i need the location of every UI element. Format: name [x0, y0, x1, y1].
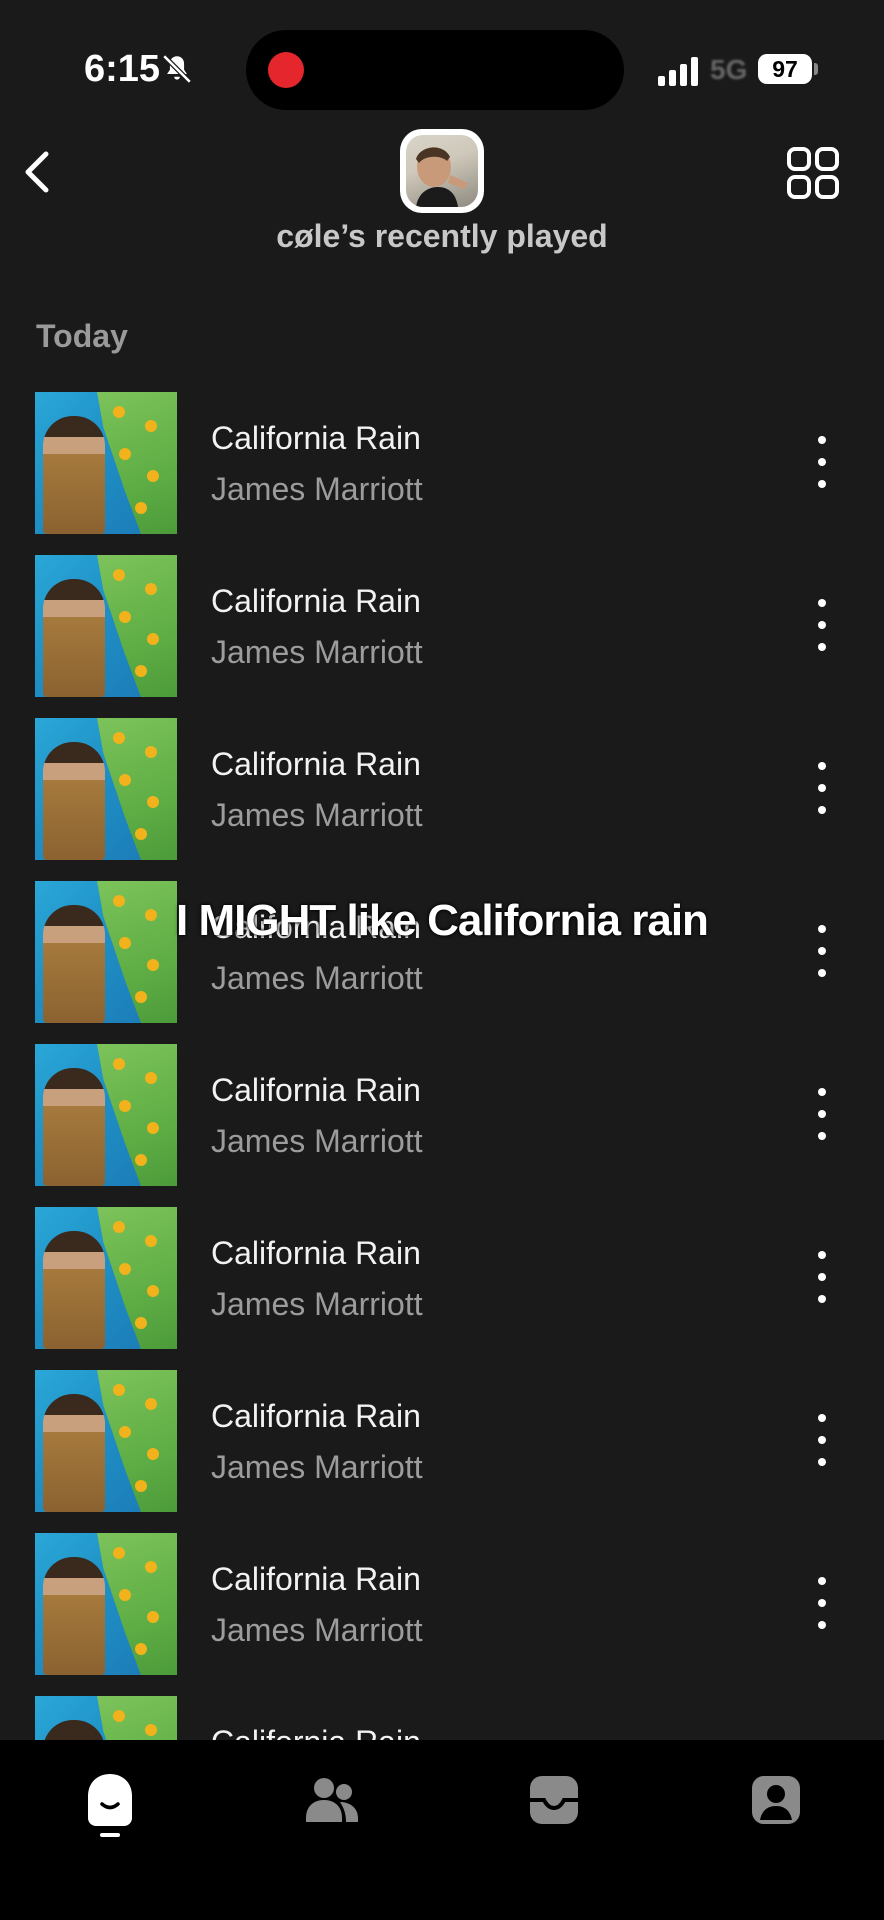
- profile-tab-icon[interactable]: [746, 1770, 806, 1830]
- inbox-tab-icon[interactable]: [524, 1770, 584, 1830]
- track-row[interactable]: California Rain James Marriott: [0, 1694, 884, 1740]
- album-art: [35, 1533, 177, 1675]
- back-chevron-icon[interactable]: [18, 148, 58, 196]
- track-row[interactable]: California Rain James Marriott: [0, 390, 884, 553]
- track-row[interactable]: California Rain James Marriott: [0, 1205, 884, 1368]
- more-options-icon[interactable]: [808, 434, 836, 490]
- more-options-icon[interactable]: [808, 1575, 836, 1631]
- avatar-photo: [406, 135, 478, 207]
- album-art: [35, 718, 177, 860]
- caption-overlay: I MIGHT like California rain: [176, 896, 709, 945]
- track-title: California Rain: [211, 1072, 421, 1108]
- friends-tab-icon[interactable]: [302, 1770, 362, 1830]
- track-list[interactable]: California Rain James Marriott Californi…: [0, 390, 884, 1740]
- track-row[interactable]: California Rain James Marriott: [0, 1368, 884, 1531]
- track-row[interactable]: California Rain James Marriott: [0, 1531, 884, 1694]
- active-tab-indicator: [100, 1833, 120, 1837]
- track-artist: James Marriott: [211, 1286, 423, 1322]
- more-options-icon[interactable]: [808, 1086, 836, 1142]
- track-title: California Rain: [211, 420, 421, 456]
- track-row[interactable]: California Rain James Marriott: [0, 716, 884, 879]
- home-tab-icon[interactable]: [80, 1770, 140, 1830]
- status-bar: 6:15 5G 97: [0, 0, 884, 110]
- cellular-signal-icon: [658, 57, 698, 86]
- avatar[interactable]: [400, 129, 484, 213]
- track-title: California Rain: [211, 746, 421, 782]
- more-options-icon[interactable]: [808, 760, 836, 816]
- track-artist: James Marriott: [211, 634, 423, 670]
- track-artist: James Marriott: [211, 471, 423, 507]
- track-artist: James Marriott: [211, 1612, 423, 1648]
- track-artist: James Marriott: [211, 797, 423, 833]
- network-type: 5G: [710, 54, 748, 85]
- more-options-icon[interactable]: [808, 1412, 836, 1468]
- page-title: cøle’s recently played: [276, 218, 608, 254]
- grid-view-icon[interactable]: [786, 146, 840, 200]
- battery-level: 97: [758, 54, 812, 84]
- more-options-icon[interactable]: [808, 597, 836, 653]
- album-art: [35, 1370, 177, 1512]
- track-title: California Rain: [211, 583, 421, 619]
- album-art: [35, 555, 177, 697]
- battery-cap: [814, 63, 818, 75]
- track-artist: James Marriott: [211, 1449, 423, 1485]
- track-title: California Rain: [211, 1724, 421, 1740]
- track-row[interactable]: California Rain James Marriott: [0, 1042, 884, 1205]
- status-time: 6:15: [84, 48, 161, 90]
- recording-indicator-icon: [268, 52, 304, 88]
- track-row[interactable]: California Rain James Marriott: [0, 553, 884, 716]
- track-title: California Rain: [211, 1398, 421, 1434]
- section-label-today: Today: [36, 318, 128, 354]
- track-artist: James Marriott: [211, 960, 423, 996]
- more-options-icon[interactable]: [808, 1249, 836, 1305]
- album-art: [35, 392, 177, 534]
- track-title: California Rain: [211, 1561, 421, 1597]
- track-title: California Rain: [211, 1235, 421, 1271]
- track-artist: James Marriott: [211, 1123, 423, 1159]
- tab-bar: [0, 1740, 884, 1920]
- album-art: [35, 1696, 177, 1740]
- album-art: [35, 1044, 177, 1186]
- album-art: [35, 1207, 177, 1349]
- silent-bell-icon: [162, 54, 192, 84]
